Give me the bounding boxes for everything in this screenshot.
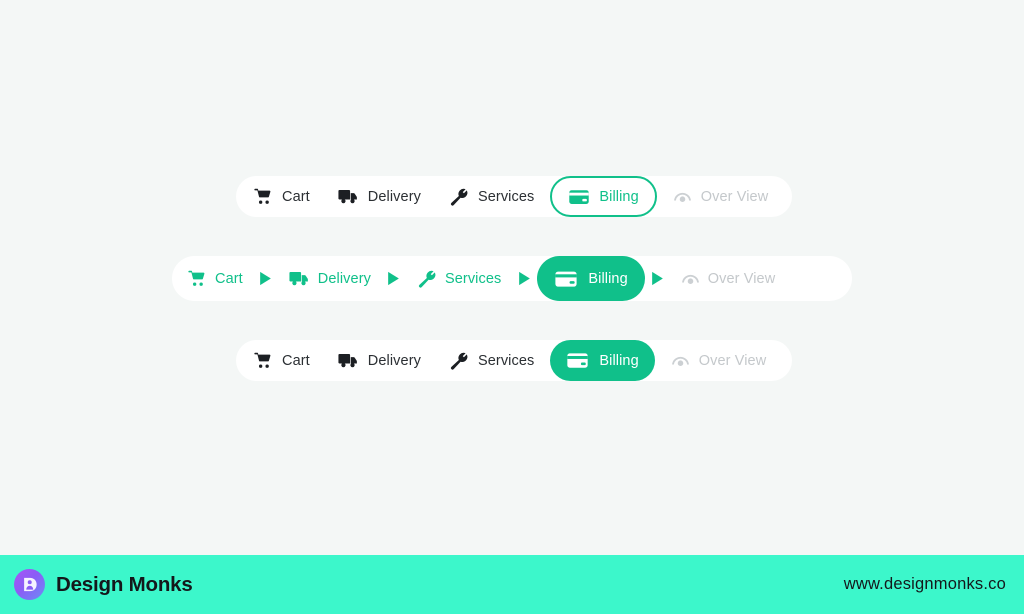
step-navigation-showcase: Cart Delivery Services Billing Over View… — [0, 0, 1024, 555]
step-cart[interactable]: Cart — [240, 342, 324, 379]
step-delivery[interactable]: Delivery — [324, 342, 435, 379]
shopping-cart-icon — [254, 351, 273, 370]
step-label: Delivery — [367, 188, 421, 205]
delivery-truck-icon — [338, 350, 359, 371]
step-label: Over View — [700, 188, 769, 205]
wrench-icon — [449, 187, 469, 207]
caret-right-icon — [645, 271, 671, 286]
step-label: Services — [477, 188, 535, 205]
step-label: Over View — [707, 270, 776, 287]
design-monks-logo — [14, 569, 45, 600]
step-label: Over View — [698, 352, 767, 369]
step-cart[interactable]: Cart — [240, 178, 324, 215]
step-billing[interactable]: Billing — [550, 176, 657, 217]
step-overview: Over View — [659, 178, 783, 215]
footer-bar: Design Monks www.designmonks.co — [0, 555, 1024, 614]
step-overview: Over View — [657, 342, 781, 379]
step-billing[interactable]: Billing — [550, 340, 655, 381]
step-overview: Over View — [671, 260, 786, 297]
step-bar-filled-variant: Cart Delivery Services Billing Over View — [236, 340, 792, 381]
step-bar-outline-variant: Cart Delivery Services Billing Over View — [236, 176, 792, 217]
credit-card-icon — [566, 349, 589, 372]
shopping-cart-icon — [188, 269, 207, 288]
step-label: Cart — [282, 188, 310, 205]
step-label: Billing — [588, 270, 628, 287]
step-label: Cart — [282, 352, 310, 369]
step-billing[interactable]: Billing — [537, 256, 645, 301]
shopping-cart-icon — [254, 187, 273, 206]
delivery-truck-icon — [289, 268, 310, 289]
caret-right-icon — [253, 271, 279, 286]
step-delivery[interactable]: Delivery — [279, 260, 381, 297]
brand-name: Design Monks — [56, 572, 193, 596]
caret-right-icon — [381, 271, 407, 286]
step-bar-arrow-variant: Cart Delivery Services Billing Over View — [172, 256, 852, 301]
step-services[interactable]: Services — [435, 342, 548, 379]
step-label: Services — [477, 352, 535, 369]
overview-eye-icon — [671, 351, 690, 370]
overview-eye-icon — [681, 269, 700, 288]
step-label: Delivery — [317, 270, 371, 287]
credit-card-icon — [554, 267, 578, 291]
website-url: www.designmonks.co — [843, 575, 1006, 593]
delivery-truck-icon — [338, 186, 359, 207]
step-delivery[interactable]: Delivery — [324, 178, 435, 215]
step-services[interactable]: Services — [407, 260, 511, 297]
step-label: Billing — [599, 188, 639, 205]
credit-card-icon — [568, 186, 590, 208]
step-label: Cart — [215, 270, 243, 287]
step-label: Services — [444, 270, 502, 287]
brand: Design Monks — [14, 569, 193, 600]
step-cart[interactable]: Cart — [178, 260, 253, 297]
step-label: Billing — [599, 352, 639, 369]
caret-right-icon — [511, 271, 537, 286]
overview-eye-icon — [673, 187, 692, 206]
step-label: Delivery — [367, 352, 421, 369]
wrench-icon — [449, 351, 469, 371]
wrench-icon — [417, 269, 437, 289]
step-services[interactable]: Services — [435, 178, 548, 215]
